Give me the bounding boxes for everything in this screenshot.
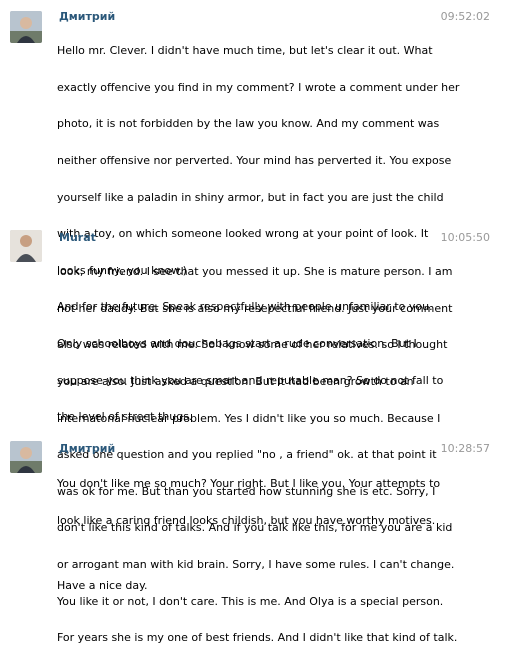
- message-text: You don't like me so much? Your right. B…: [57, 457, 507, 613]
- message-author[interactable]: Дмитрий: [59, 442, 115, 456]
- message-line: not her daddy. But she is also my resepe…: [57, 301, 453, 315]
- message-line: photo, it is not forbidden by the law yo…: [57, 117, 440, 131]
- message-line: exactly offencive you find in my comment…: [57, 80, 460, 94]
- message-line: Have a nice day.: [57, 578, 148, 592]
- message-line: with a toy, on which someone looked wron…: [57, 227, 429, 241]
- message-line: internatonal nuclear problem. Yes I didn…: [57, 411, 441, 425]
- message-line: look like a caring friend looks childish…: [57, 513, 436, 527]
- message-line: Hello mr. Clever. I didn't have much tim…: [57, 44, 433, 58]
- message-author[interactable]: Дмитрий: [59, 10, 115, 24]
- message-line: yourself like a paladin in shiny armor, …: [57, 190, 444, 204]
- message-timestamp: 09:52:02: [440, 10, 490, 23]
- avatar[interactable]: [10, 11, 42, 43]
- user-photo-icon: [10, 230, 42, 262]
- user-photo-icon: [10, 441, 42, 473]
- message-line: look, my friend. I see that you messed i…: [57, 265, 453, 279]
- message-line: also was related with me. So I know some…: [57, 338, 448, 352]
- message-timestamp: 10:28:57: [440, 442, 490, 455]
- message-line: neither offensive nor perverted. Your mi…: [57, 154, 452, 168]
- message-line: For years she is my one of best friends.…: [57, 631, 458, 645]
- message-line: You don't like me so much? Your right. B…: [57, 477, 441, 491]
- message-author[interactable]: Murat: [59, 231, 96, 245]
- avatar[interactable]: [10, 441, 42, 473]
- user-photo-icon: [10, 11, 42, 43]
- avatar[interactable]: [10, 230, 42, 262]
- message-line: you are also. Just asked a question. But…: [57, 375, 414, 389]
- message-timestamp: 10:05:50: [440, 231, 490, 244]
